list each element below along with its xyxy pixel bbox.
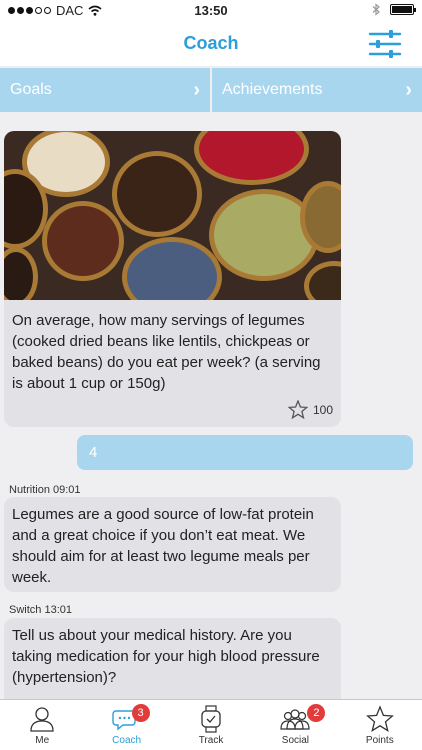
- message-bubble: Tell us about your medical history. Are …: [4, 618, 341, 699]
- question-footer: 100: [4, 394, 341, 427]
- answer-text: 4: [89, 444, 98, 461]
- achievements-label: Achievements: [222, 81, 323, 98]
- message-bubble: Legumes are a good source of low-fat pro…: [4, 497, 341, 592]
- bluetooth-icon: [372, 3, 380, 16]
- tab-points[interactable]: Points: [338, 700, 422, 750]
- spices-image: [4, 131, 341, 300]
- tab-bar: Me 3 Coach Track 2 Social Points: [0, 699, 422, 750]
- chevron-right-icon: ›: [405, 78, 412, 101]
- goals-tab[interactable]: Goals ›: [0, 68, 210, 112]
- tab-me[interactable]: Me: [0, 700, 84, 750]
- goals-label: Goals: [10, 81, 52, 98]
- message-text: Tell us about your medical history. Are …: [12, 627, 320, 686]
- tab-label: Points: [365, 735, 394, 746]
- star-icon[interactable]: [287, 400, 308, 419]
- sliders-icon: [368, 30, 402, 58]
- status-right: [372, 3, 416, 16]
- page-title: Coach: [183, 33, 239, 53]
- status-time: 13:50: [194, 3, 228, 18]
- tab-label: Social: [281, 735, 310, 746]
- filter-settings-button[interactable]: [368, 28, 402, 60]
- person-icon: [30, 707, 54, 732]
- tab-track[interactable]: Track: [169, 700, 253, 750]
- watch-icon: [201, 705, 221, 733]
- tab-label: Me: [35, 735, 50, 746]
- question-card[interactable]: On average, how many servings of legumes…: [4, 131, 341, 427]
- message-meta: Nutrition 09:01: [9, 484, 81, 496]
- question-text: On average, how many servings of legumes…: [12, 312, 321, 392]
- points-value: 100: [312, 402, 333, 417]
- tab-label: Coach: [112, 735, 142, 746]
- coach-feed[interactable]: On average, how many servings of legumes…: [0, 112, 422, 699]
- segmented-control: Goals › Achievements ›: [0, 68, 422, 112]
- star-icon: [365, 705, 394, 733]
- message-meta: Switch 13:01: [9, 604, 72, 616]
- battery-icon: [390, 4, 416, 15]
- tab-label: Track: [198, 735, 224, 746]
- chevron-right-icon: ›: [193, 78, 200, 101]
- message-text: Legumes are a good source of low-fat pro…: [12, 506, 314, 586]
- status-bar: DAC 13:50: [0, 0, 422, 22]
- tab-coach[interactable]: 3 Coach: [84, 700, 168, 750]
- nav-bar: Coach: [0, 22, 422, 66]
- tab-social[interactable]: 2 Social: [253, 700, 337, 750]
- answer-bubble: 4: [77, 435, 413, 470]
- achievements-tab[interactable]: Achievements ›: [212, 68, 422, 112]
- social-badge: 2: [307, 704, 326, 722]
- coach-badge: 3: [131, 704, 150, 722]
